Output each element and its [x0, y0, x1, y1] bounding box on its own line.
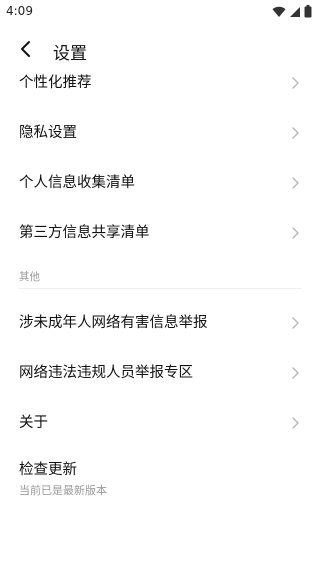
- setting-label: 第三方信息共享清单: [19, 225, 150, 241]
- section-header-other: 其他: [0, 258, 320, 298]
- status-icons: [272, 3, 312, 22]
- chevron-right-icon: [290, 175, 300, 189]
- setting-check-update[interactable]: 检查更新 当前已是最新版本: [0, 448, 320, 508]
- chevron-left-icon: [19, 40, 31, 62]
- setting-personal-info-list[interactable]: 个人信息收集清单: [0, 158, 320, 208]
- setting-illegal-personnel-report[interactable]: 网络违法违规人员举报专区: [0, 348, 320, 398]
- back-button[interactable]: [10, 36, 40, 66]
- divider: [19, 288, 302, 289]
- battery-icon: [304, 3, 312, 22]
- status-time: 4:09: [6, 4, 33, 18]
- chevron-right-icon: [290, 415, 300, 429]
- chevron-right-icon: [290, 365, 300, 379]
- setting-about[interactable]: 关于: [0, 398, 320, 448]
- settings-list-container[interactable]: 个性化推荐 隐私设置 个人信息收集清单 第三方信息共享清单 其他 涉未成年人网络…: [0, 72, 320, 569]
- chevron-right-icon: [290, 125, 300, 139]
- setting-label: 隐私设置: [19, 125, 77, 141]
- signal-icon: [289, 3, 301, 22]
- setting-privacy[interactable]: 隐私设置: [0, 108, 320, 158]
- setting-third-party-sharing-list[interactable]: 第三方信息共享清单: [0, 208, 320, 258]
- status-bar: 4:09: [0, 0, 320, 24]
- chevron-right-icon: [290, 315, 300, 329]
- chevron-right-icon: [290, 225, 300, 239]
- setting-label: 关于: [19, 415, 48, 431]
- page-title: 设置: [53, 44, 87, 64]
- chevron-right-icon: [290, 75, 300, 89]
- wifi-icon: [272, 3, 286, 22]
- setting-minor-harmful-info-report[interactable]: 涉未成年人网络有害信息举报: [0, 298, 320, 348]
- update-status-text: 当前已是最新版本: [19, 484, 107, 497]
- setting-label: 个人信息收集清单: [19, 175, 135, 191]
- setting-label: 个性化推荐: [19, 75, 92, 91]
- header: 设置: [0, 30, 320, 72]
- setting-label: 涉未成年人网络有害信息举报: [19, 315, 208, 331]
- setting-label: 网络违法违规人员举报专区: [19, 365, 193, 381]
- settings-list: 个性化推荐 隐私设置 个人信息收集清单 第三方信息共享清单 其他 涉未成年人网络…: [0, 72, 320, 508]
- setting-personalized-recommendation[interactable]: 个性化推荐: [0, 72, 320, 108]
- setting-label: 检查更新: [19, 462, 77, 478]
- section-title: 其他: [19, 271, 40, 283]
